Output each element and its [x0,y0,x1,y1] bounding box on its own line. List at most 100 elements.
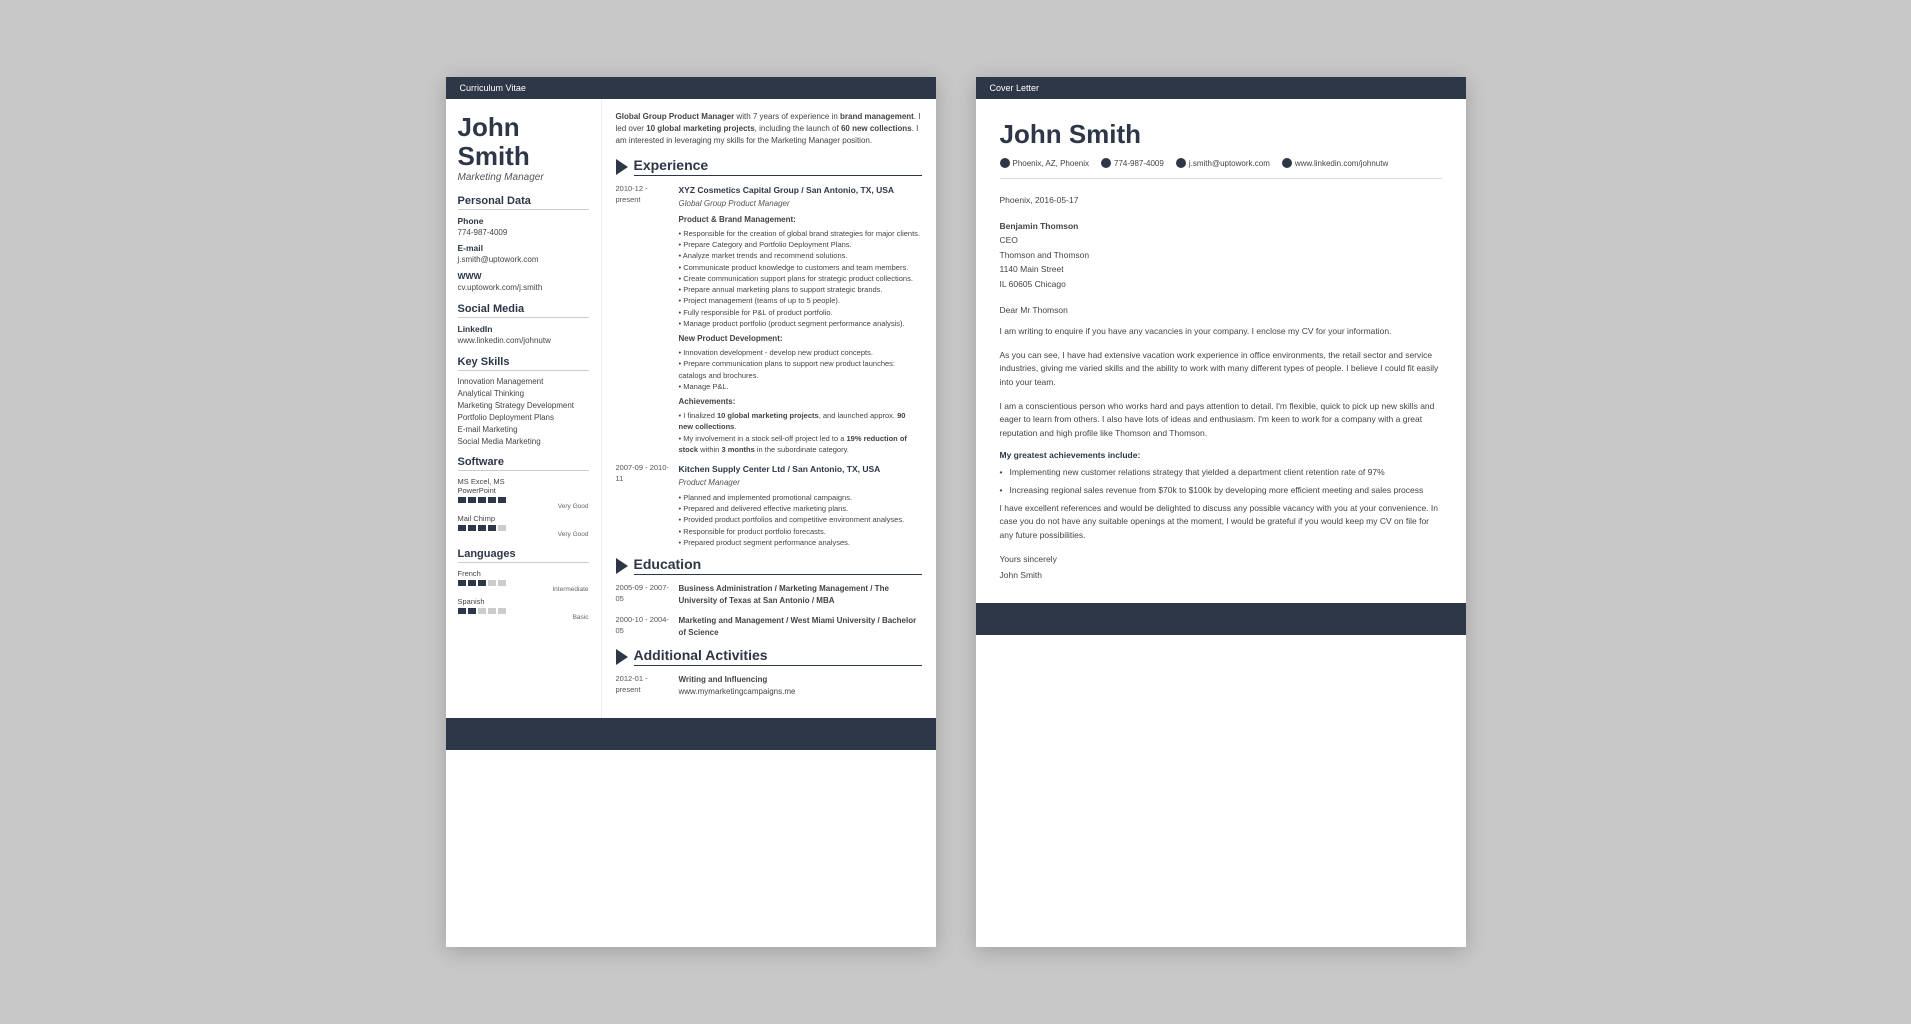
cv-languages-title: Languages [458,548,589,563]
cv-footer [446,718,936,750]
cl-date: Phoenix, 2016-05-17 [1000,195,1442,205]
cv-header-label: Curriculum Vitae [460,83,526,93]
exp-bullet: • Project management (teams of up to 5 p… [679,295,922,306]
cv-activities-list: 2012-01 - present Writing and Influencing… [616,674,922,698]
experience-arrow-icon [616,159,628,175]
exp-bullet: • Analyze market trends and recommend so… [679,250,922,261]
cl-body: John Smith Phoenix, AZ, Phoenix 774-987-… [976,99,1466,603]
activities-arrow-icon [616,649,628,665]
cv-name: John Smith [458,113,589,170]
language-item: SpanishBasic [458,597,589,621]
cl-paragraph: As you can see, I have had extensive vac… [1000,349,1442,390]
language-item: FrenchIntermediate [458,569,589,593]
cv-key-skills-title: Key Skills [458,356,589,371]
cv-languages-list: FrenchIntermediate SpanishBasic [458,569,589,621]
exp-role: Product Manager [679,477,922,489]
cl-achievement-bullet: Implementing new customer relations stra… [1000,466,1442,480]
cv-main-content: Global Group Product Manager with 7 year… [601,99,936,718]
cl-recipient-company: Thomson and Thomson [1000,250,1090,260]
exp-date: 2007-09 - 2010-11 [616,463,671,548]
cv-software-list: MS Excel, MS PowerPointVery GoodMail Chi… [458,477,589,538]
cv-sidebar: John Smith Marketing Manager Personal Da… [446,99,601,718]
cv-intro-text: Global Group Product Manager with 7 year… [616,111,922,147]
exp-bullet: • Manage product portfolio (product segm… [679,318,922,329]
exp-company: Kitchen Supply Center Ltd / San Antonio,… [679,463,922,476]
phone-icon [1101,158,1111,168]
cv-experience-list: 2010-12 - presentXYZ Cosmetics Capital G… [616,184,922,548]
cv-job-title: Marketing Manager [458,172,589,183]
activity-value: www.mymarketingcampaigns.me [679,686,922,698]
exp-bullet: • Innovation development - develop new p… [679,347,922,358]
cv-www-value: cv.uptowork.com/j.smith [458,282,589,293]
cv-social-media-title: Social Media [458,303,589,318]
cl-closing-paragraph: I have excellent references and would be… [1000,502,1442,543]
skill-item: E-mail Marketing [458,425,589,434]
cv-education-list: 2005-09 - 2007-05 Business Administration… [616,583,922,639]
cv-document: Curriculum Vitae John Smith Marketing Ma… [446,77,936,947]
skill-item: Innovation Management [458,377,589,386]
linkedin-icon [1282,158,1292,168]
cl-location: Phoenix, AZ, Phoenix [1000,158,1090,168]
activity-entry: 2012-01 - present Writing and Influencing… [616,674,922,698]
education-section-title: Education [634,556,922,575]
cl-achievements-title: My greatest achievements include: [1000,450,1442,460]
cl-paragraph: I am a conscientious person who works ha… [1000,400,1442,441]
cl-salutation: Dear Mr Thomson [1000,305,1442,315]
cv-phone-label: Phone [458,216,589,226]
cl-closing: Yours sincerely John Smith [1000,552,1442,583]
cv-personal-data-title: Personal Data [458,195,589,210]
education-entry: 2005-09 - 2007-05 Business Administration… [616,583,922,607]
cv-www-label: WWW [458,271,589,281]
exp-company: XYZ Cosmetics Capital Group / San Antoni… [679,184,922,197]
edu-date: 2000-10 - 2004-05 [616,615,671,639]
cover-letter-document: Cover Letter John Smith Phoenix, AZ, Pho… [976,77,1466,947]
cl-achievement-bullet: Increasing regional sales revenue from $… [1000,484,1442,498]
exp-bullet: • Prepared product segment performance a… [679,537,922,548]
cv-linkedin-label: LinkedIn [458,324,589,334]
cv-phone-value: 774-987-4009 [458,227,589,238]
skill-item: Portfolio Deployment Plans [458,413,589,422]
cl-name: John Smith [1000,119,1442,150]
cl-phone: 774-987-4009 [1101,158,1164,168]
education-section-header: Education [616,556,922,575]
cl-paragraph: I am writing to enquire if you have any … [1000,325,1442,339]
cl-sign-off: Yours sincerely [1000,552,1442,567]
exp-bullet: • Prepare communication plans to support… [679,358,922,381]
experience-entry: 2010-12 - presentXYZ Cosmetics Capital G… [616,184,922,455]
skill-item: Analytical Thinking [458,389,589,398]
exp-bullet: • Prepared and delivered effective marke… [679,503,922,514]
cl-recipient-address1: 1140 Main Street [1000,264,1064,274]
cl-paragraphs: I am writing to enquire if you have any … [1000,325,1442,440]
exp-bullet: • I finalized 10 global marketing projec… [679,410,922,433]
location-icon [1000,158,1010,168]
cl-contact-bar: Phoenix, AZ, Phoenix 774-987-4009 j.smit… [1000,158,1442,179]
exp-bullet: • Communicate product knowledge to custo… [679,262,922,273]
cl-header-bar: Cover Letter [976,77,1466,99]
cv-software-title: Software [458,456,589,471]
activities-section-header: Additional Activities [616,647,922,666]
cl-recipient-title: CEO [1000,235,1018,245]
exp-bullet: • My involvement in a stock sell-off pro… [679,433,922,456]
experience-section-title: Experience [634,157,922,176]
cv-email-label: E-mail [458,243,589,253]
exp-subsection-title: Achievements: [679,396,922,408]
exp-bullet: • Prepare annual marketing plans to supp… [679,284,922,295]
exp-bullet: • Responsible for product portfolio fore… [679,526,922,537]
cl-recipient-name: Benjamin Thomson [1000,221,1079,231]
edu-title: Marketing and Management / West Miami Un… [679,615,922,639]
cl-signature: John Smith [1000,568,1442,583]
cl-footer [976,603,1466,635]
activity-title: Writing and Influencing [679,674,922,686]
experience-entry: 2007-09 - 2010-11 Kitchen Supply Center L… [616,463,922,548]
education-entry: 2000-10 - 2004-05 Marketing and Managemen… [616,615,922,639]
edu-date: 2005-09 - 2007-05 [616,583,671,607]
exp-bullet: • Provided product portfolios and compet… [679,514,922,525]
exp-bullet: • Create communication support plans for… [679,273,922,284]
skill-item: Social Media Marketing [458,437,589,446]
email-icon [1176,158,1186,168]
edu-title: Business Administration / Marketing Mana… [679,583,922,607]
exp-subsection-title: New Product Development: [679,333,922,345]
software-item: MS Excel, MS PowerPointVery Good [458,477,589,510]
skill-item: Marketing Strategy Development [458,401,589,410]
activity-date: 2012-01 - present [616,674,671,698]
